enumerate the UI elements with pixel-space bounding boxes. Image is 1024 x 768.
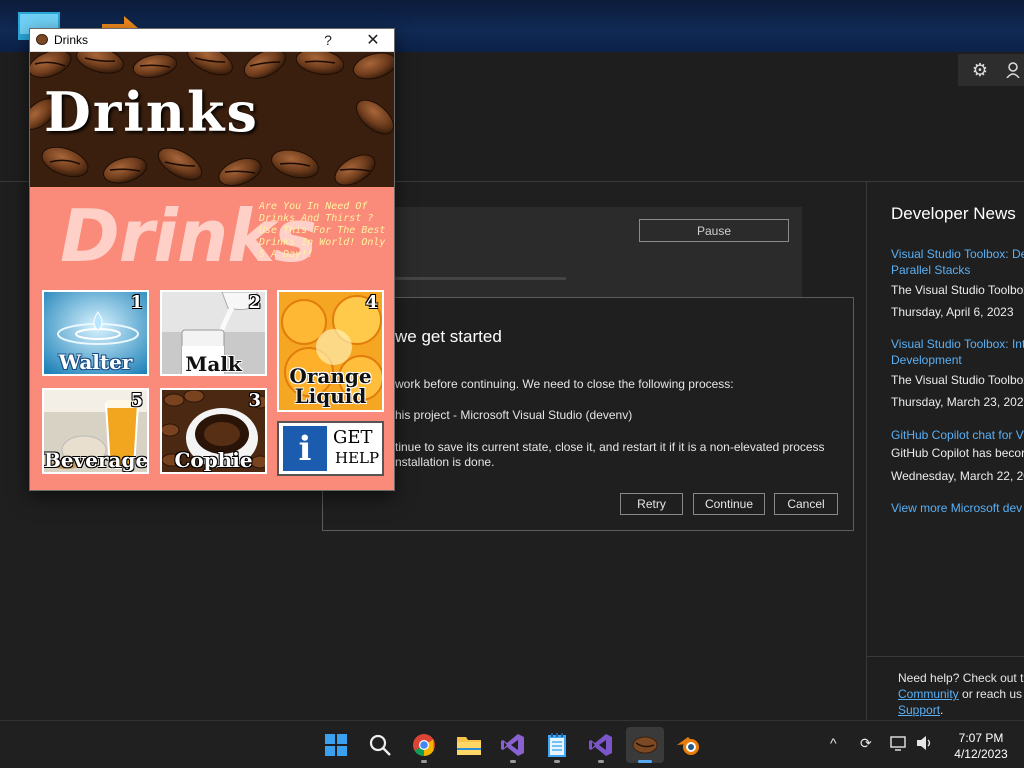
- tile-number: 5: [130, 390, 143, 411]
- tile-label: Malk: [185, 352, 242, 376]
- banner-title: Drinks: [44, 80, 259, 144]
- get-help-button[interactable]: i GET HELP: [277, 421, 384, 476]
- news-date: Wednesday, March 22, 20: [891, 469, 1024, 483]
- support-link[interactable]: Support: [898, 703, 940, 717]
- gear-icon[interactable]: ⚙: [958, 54, 1002, 86]
- help-text: Need help? Check out th: [898, 671, 1024, 685]
- drinks-title-bar[interactable]: Drinks ? ✕: [30, 29, 394, 52]
- tile-number: 1: [130, 292, 143, 313]
- drink-tile-beverage[interactable]: 5 Beverage: [42, 388, 149, 474]
- news-date: Thursday, March 23, 2023: [891, 395, 1024, 409]
- clock[interactable]: 7:07 PM 4/12/2023: [946, 730, 1016, 762]
- dialog-message: work before continuing. We need to close…: [395, 377, 734, 391]
- dialog-title: we get started: [395, 327, 502, 346]
- pause-button[interactable]: Pause: [639, 219, 789, 242]
- help-text-end: .: [940, 703, 944, 717]
- community-link[interactable]: Community: [898, 687, 959, 701]
- view-more-news-link[interactable]: View more Microsoft dev: [891, 500, 1022, 516]
- tile-number: 3: [248, 390, 261, 411]
- get-help-label-1: GET: [333, 427, 373, 448]
- cancel-button[interactable]: Cancel: [774, 493, 838, 515]
- drink-tile-cophie[interactable]: 3 Cophie: [160, 388, 267, 474]
- developer-news-panel: Developer News Visual Studio Toolbox: De…: [866, 182, 1024, 720]
- window-title: Drinks: [54, 33, 89, 47]
- running-indicator: [510, 760, 516, 763]
- tile-label: Cophie: [174, 448, 253, 472]
- dialog-process-name: his project - Microsoft Visual Studio (d…: [395, 408, 633, 422]
- tile-label: Beverage: [44, 448, 149, 472]
- taskbar: ^ ⟳ 7:07 PM 4/12/2023: [0, 720, 1024, 768]
- visual-studio-preview-icon[interactable]: [499, 731, 527, 759]
- help-links-line: Community or reach us: [898, 686, 1024, 702]
- news-link[interactable]: Development: [891, 352, 962, 368]
- drinks-window: Drinks ? ✕ Drinks Drinks Are You In Need…: [29, 28, 395, 491]
- news-title: Developer News: [891, 204, 1016, 223]
- retry-button[interactable]: Retry: [620, 493, 683, 515]
- windows-start-icon[interactable]: [322, 731, 350, 759]
- visual-studio-icon[interactable]: [587, 731, 615, 759]
- news-summary: The Visual Studio Toolbox: [891, 373, 1024, 387]
- info-icon: i: [283, 426, 327, 471]
- active-indicator: [638, 760, 652, 763]
- search-icon[interactable]: [366, 731, 394, 759]
- coffee-app-icon[interactable]: [626, 727, 664, 763]
- tile-label: Orange Liquid: [289, 364, 372, 408]
- help-text-mid: or reach us: [958, 687, 1023, 701]
- tagline-text: Are You In Need Of Drinks And Thirst ? U…: [259, 201, 386, 260]
- tile-label: Walter: [58, 350, 133, 374]
- chrome-icon[interactable]: [410, 731, 438, 759]
- news-link[interactable]: Parallel Stacks: [891, 262, 970, 278]
- account-icon[interactable]: [1002, 54, 1024, 86]
- continue-button[interactable]: Continue: [693, 493, 765, 515]
- drink-tile-walter[interactable]: 1 Walter: [42, 290, 149, 376]
- news-link[interactable]: GitHub Copilot chat for V: [891, 427, 1024, 443]
- tile-number: 4: [365, 292, 378, 313]
- notepad-icon[interactable]: [543, 731, 571, 759]
- close-process-dialog: we get started work before continuing. W…: [322, 297, 854, 531]
- news-link[interactable]: Visual Studio Toolbox: De: [891, 246, 1024, 262]
- blender-icon[interactable]: [675, 731, 703, 759]
- running-indicator: [554, 760, 560, 763]
- help-button[interactable]: ?: [316, 30, 340, 50]
- news-summary: GitHub Copilot has becor: [891, 446, 1024, 460]
- coffee-bean-icon: [36, 34, 48, 45]
- sync-icon[interactable]: ⟳: [860, 735, 872, 752]
- dialog-note-1: tinue to save its current state, close i…: [395, 440, 825, 454]
- news-summary: The Visual Studio Toolbox: [891, 283, 1024, 297]
- drink-tile-orange-liquid[interactable]: 4 Orange Liquid: [277, 290, 384, 412]
- clock-date: 4/12/2023: [954, 747, 1008, 761]
- clock-time: 7:07 PM: [958, 731, 1004, 745]
- running-indicator: [598, 760, 604, 763]
- help-box: Need help? Check out th Community or rea…: [866, 656, 1024, 720]
- running-indicator: [421, 760, 427, 763]
- coffee-banner: Drinks: [30, 52, 394, 187]
- news-link[interactable]: Visual Studio Toolbox: Int: [891, 336, 1024, 352]
- file-explorer-icon[interactable]: [455, 731, 483, 759]
- news-date: Thursday, April 6, 2023: [891, 305, 1014, 319]
- chevron-up-icon[interactable]: ^: [830, 735, 837, 751]
- help-support-line: Support.: [898, 702, 1024, 718]
- dialog-note-2: nstallation is done.: [395, 455, 495, 469]
- tile-number: 2: [248, 292, 261, 313]
- close-button[interactable]: ✕: [358, 30, 388, 50]
- get-help-label-2: HELP: [335, 449, 380, 467]
- volume-icon[interactable]: [916, 735, 934, 754]
- drink-tile-malk[interactable]: 2 Malk: [160, 290, 267, 376]
- network-icon[interactable]: [890, 735, 908, 754]
